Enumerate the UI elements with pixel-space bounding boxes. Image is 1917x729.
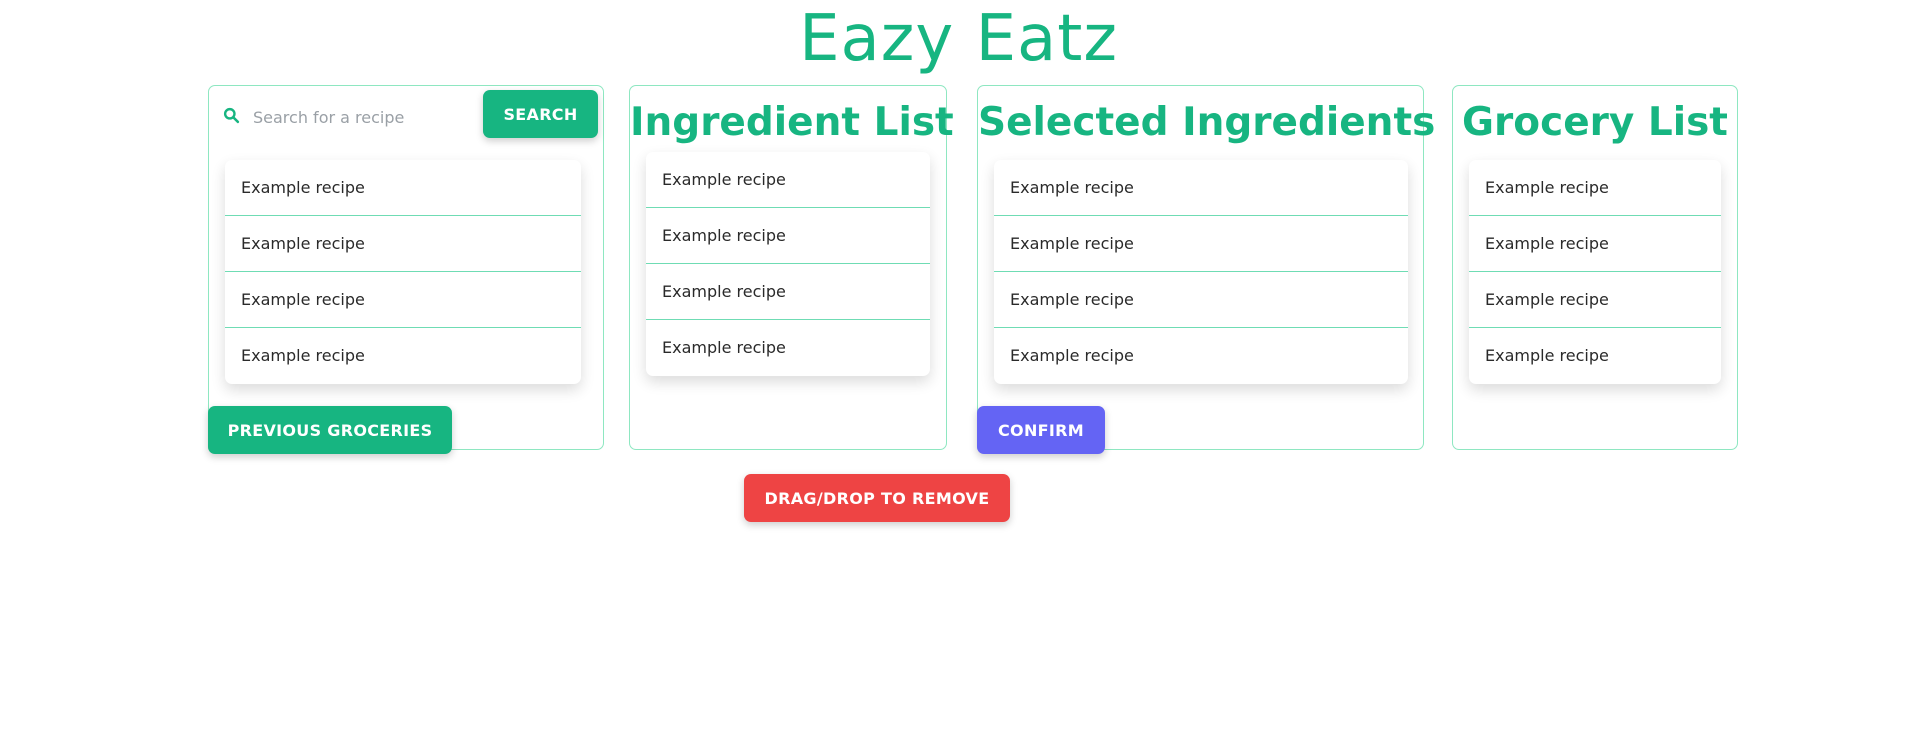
- selected-ingredients-title: Selected Ingredients: [978, 100, 1436, 145]
- search-input[interactable]: [251, 100, 470, 134]
- selected-ingredients-list: Example recipe Example recipe Example re…: [994, 160, 1408, 384]
- recipe-item[interactable]: Example recipe: [225, 272, 581, 328]
- ingredient-item[interactable]: Example recipe: [646, 152, 930, 208]
- grocery-list-title: Grocery List: [1462, 100, 1728, 145]
- search-button[interactable]: SEARCH: [483, 90, 598, 138]
- selected-ingredient-item[interactable]: Example recipe: [994, 328, 1408, 384]
- app-title: Eazy Eatz: [799, 2, 1118, 76]
- grocery-list-panel: Grocery List Example recipe Example reci…: [1452, 85, 1738, 450]
- recipe-item[interactable]: Example recipe: [225, 216, 581, 272]
- grocery-item[interactable]: Example recipe: [1469, 328, 1721, 384]
- page: Eazy Eatz SEARCH Example recipe Example …: [0, 0, 1917, 729]
- selected-ingredients-panel: Selected Ingredients Example recipe Exam…: [977, 85, 1436, 454]
- selected-ingredient-item[interactable]: Example recipe: [994, 160, 1408, 216]
- ingredient-item[interactable]: Example recipe: [646, 208, 930, 264]
- recipe-item[interactable]: Example recipe: [225, 328, 581, 384]
- ingredient-list-title: Ingredient List: [630, 100, 954, 145]
- selected-ingredient-item[interactable]: Example recipe: [994, 216, 1408, 272]
- ingredient-list: Example recipe Example recipe Example re…: [646, 152, 930, 376]
- recipe-search-panel: SEARCH Example recipe Example recipe Exa…: [208, 85, 604, 454]
- recipe-list: Example recipe Example recipe Example re…: [225, 160, 581, 384]
- selected-ingredient-item[interactable]: Example recipe: [994, 272, 1408, 328]
- ingredient-item[interactable]: Example recipe: [646, 320, 930, 376]
- grocery-list: Example recipe Example recipe Example re…: [1469, 160, 1721, 384]
- recipe-item[interactable]: Example recipe: [225, 160, 581, 216]
- previous-groceries-button[interactable]: PREVIOUS GROCERIES: [208, 406, 452, 454]
- grocery-item[interactable]: Example recipe: [1469, 216, 1721, 272]
- confirm-button[interactable]: CONFIRM: [977, 406, 1105, 454]
- grocery-item[interactable]: Example recipe: [1469, 160, 1721, 216]
- ingredient-list-panel: Ingredient List Example recipe Example r…: [629, 85, 954, 450]
- ingredient-item[interactable]: Example recipe: [646, 264, 930, 320]
- search-icon: [223, 107, 240, 124]
- search-bar: [221, 96, 471, 136]
- grocery-item[interactable]: Example recipe: [1469, 272, 1721, 328]
- drag-drop-remove-zone[interactable]: DRAG/DROP TO REMOVE: [744, 474, 1010, 522]
